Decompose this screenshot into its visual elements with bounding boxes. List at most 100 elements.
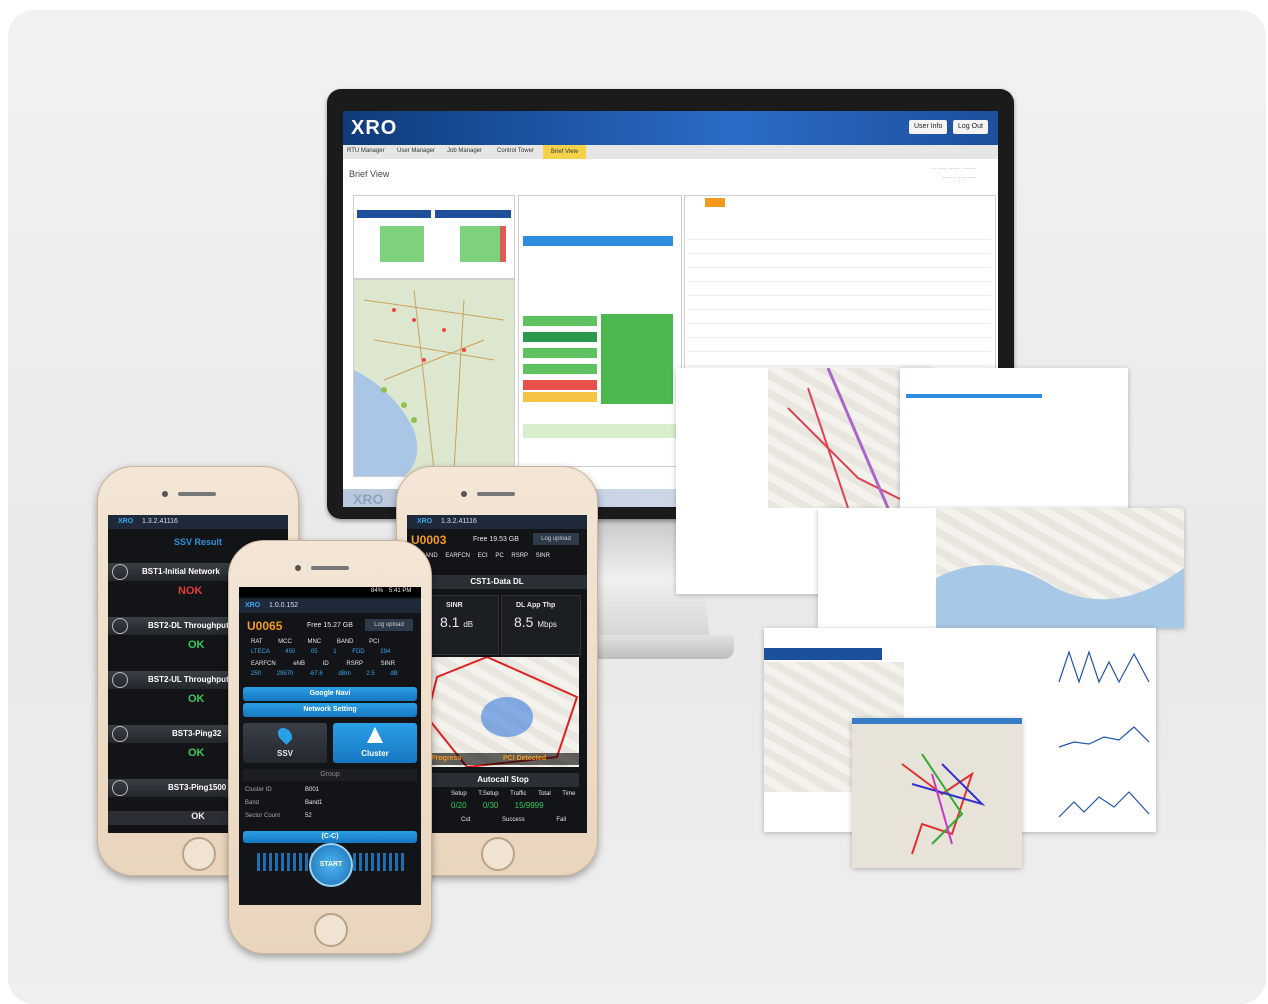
network-setting-button[interactable]: Network Setting [243, 703, 417, 717]
device-id: U0003 [411, 533, 447, 547]
selected-row[interactable] [523, 236, 673, 246]
table-row[interactable] [687, 282, 991, 296]
table-row[interactable] [687, 240, 991, 254]
test-name: BST2-DL Throughput [148, 621, 229, 630]
table-row[interactable] [687, 310, 991, 324]
speaker [178, 492, 216, 496]
speaker [477, 492, 515, 496]
home-button[interactable] [314, 913, 348, 947]
chart-bar-1 [380, 226, 424, 262]
coverage-overlay [425, 655, 579, 769]
logout-button[interactable]: Log Out [953, 120, 988, 134]
grid-headers-2: EARFCN eNB ID RSRP SINR [251, 661, 395, 667]
job-table-panel [684, 195, 996, 377]
autocall-headers: Setup T.Setup Traffic Total Time [451, 791, 576, 797]
sinr-tile: SINR 8.1 dB [427, 595, 499, 655]
ssv-button[interactable]: SSV [243, 723, 327, 763]
front-camera [461, 491, 467, 497]
menu-control-tower[interactable]: Control Tower [497, 148, 534, 154]
status-bar: 84% 5:41 PM [239, 587, 421, 597]
app-header: XRO User Info Log Out [343, 111, 998, 145]
home-button[interactable] [182, 837, 216, 871]
upload-icon [112, 672, 128, 688]
autocall-stats: Cut Success Fail [461, 817, 567, 823]
test-name: BST3-Ping1500 [168, 783, 227, 792]
home-button[interactable] [481, 837, 515, 871]
app-topbar: XRO 1.0.0.152 [239, 599, 421, 613]
antenna-icon [112, 564, 128, 580]
google-navi-button[interactable]: Google Navi [243, 687, 417, 701]
doc-coast [936, 565, 1184, 628]
app-version: 1.3.2.41116 [142, 518, 178, 525]
location-pin-icon [275, 725, 295, 745]
test-name: BST2-UL Throughput [148, 675, 229, 684]
table-row[interactable] [687, 254, 991, 268]
log-upload-button[interactable]: Log upload [533, 533, 579, 545]
last-update-info: ··· ···· ······ ······· ······ ····· ···· [931, 166, 976, 181]
menu-brief-view[interactable]: Brief View [543, 145, 586, 159]
app-topbar: XRO 1.3.2.41116 [407, 515, 587, 529]
chart-bar-2 [460, 226, 500, 262]
table-row[interactable] [687, 324, 991, 338]
doc-title-bar [764, 648, 882, 660]
cluster-button[interactable]: Cluster [333, 723, 417, 763]
app-topbar: XRO 1.3.2.41116 [108, 515, 288, 529]
menu-rtu-manager[interactable]: RTU Manager [347, 148, 385, 154]
status-cell [523, 332, 597, 342]
table-row[interactable] [687, 338, 991, 352]
footer-logo: XRO [353, 491, 384, 507]
front-camera [162, 491, 168, 497]
status-cell [523, 348, 597, 358]
start-button[interactable]: START [309, 843, 353, 887]
map-graphic [354, 289, 505, 476]
cell-headers: BAND EARFCN ECI PC RSRP SINR [421, 553, 550, 559]
log-upload-button[interactable]: Log upload [365, 619, 413, 631]
battery-level: 84% [371, 588, 384, 594]
ssv-label: SSV [276, 749, 293, 758]
doc-header-bar [906, 394, 1042, 398]
phone-center-screen: 84% 5:41 PM XRO 1.0.0.152 U0065 Free 15.… [239, 587, 421, 905]
free-space: Free 15.27 GB [307, 622, 353, 629]
doc-line-charts [1058, 650, 1150, 818]
app-logo: XRO [417, 518, 433, 525]
cluster-label: Cluster [361, 749, 389, 758]
sinr-label: SINR [446, 602, 463, 609]
autocall-stop-button[interactable]: Autocall Stop [427, 773, 579, 787]
main-menu: RTU Manager User Manager Job Manager Con… [343, 145, 998, 159]
cluster-select-bar[interactable]: (C-C) [243, 831, 417, 843]
app-version: 1.0.0.152 [269, 602, 299, 609]
report-doc-3 [818, 508, 1184, 628]
thp-label: DL App Thp [516, 602, 556, 609]
free-space: Free 19.53 GB [473, 536, 519, 543]
test-result-1: NOK [178, 585, 203, 597]
test-result-3: OK [188, 693, 205, 705]
section-title: CST1-Data DL [407, 575, 587, 589]
summary-chart-panel [353, 195, 515, 279]
table-row[interactable] [687, 226, 991, 240]
status-cell [523, 316, 597, 326]
sector-count-value: 52 [305, 813, 312, 819]
ping-icon [112, 726, 128, 742]
app-version: 1.3.2.41116 [441, 518, 477, 525]
map-panel[interactable] [353, 279, 515, 477]
progress-label: Progress [431, 755, 462, 762]
coverage-map[interactable] [425, 655, 579, 769]
band-key: Band [245, 800, 260, 806]
chart-bar-2-fail [500, 226, 506, 262]
menu-user-manager[interactable]: User Manager [397, 148, 435, 154]
report-doc-2 [900, 368, 1128, 510]
cluster-id-value: B001 [305, 787, 320, 793]
tab-active[interactable] [705, 198, 725, 207]
status-column [601, 314, 673, 404]
ping-icon [112, 780, 128, 796]
table-row[interactable] [687, 352, 991, 366]
table-row[interactable] [687, 268, 991, 282]
download-icon [112, 618, 128, 634]
table-row[interactable] [687, 296, 991, 310]
menu-job-manager[interactable]: Job Manager [447, 148, 482, 154]
test-result-2: OK [188, 639, 205, 651]
grid-values-2: 250 29670 -67.6 dBm 2.5 dB [251, 671, 398, 677]
user-info-button[interactable]: User Info [909, 120, 948, 134]
phone-right-screen: XRO 1.3.2.41116 U0003 Free 19.53 GB Log … [407, 515, 587, 833]
status-panel [518, 195, 682, 467]
